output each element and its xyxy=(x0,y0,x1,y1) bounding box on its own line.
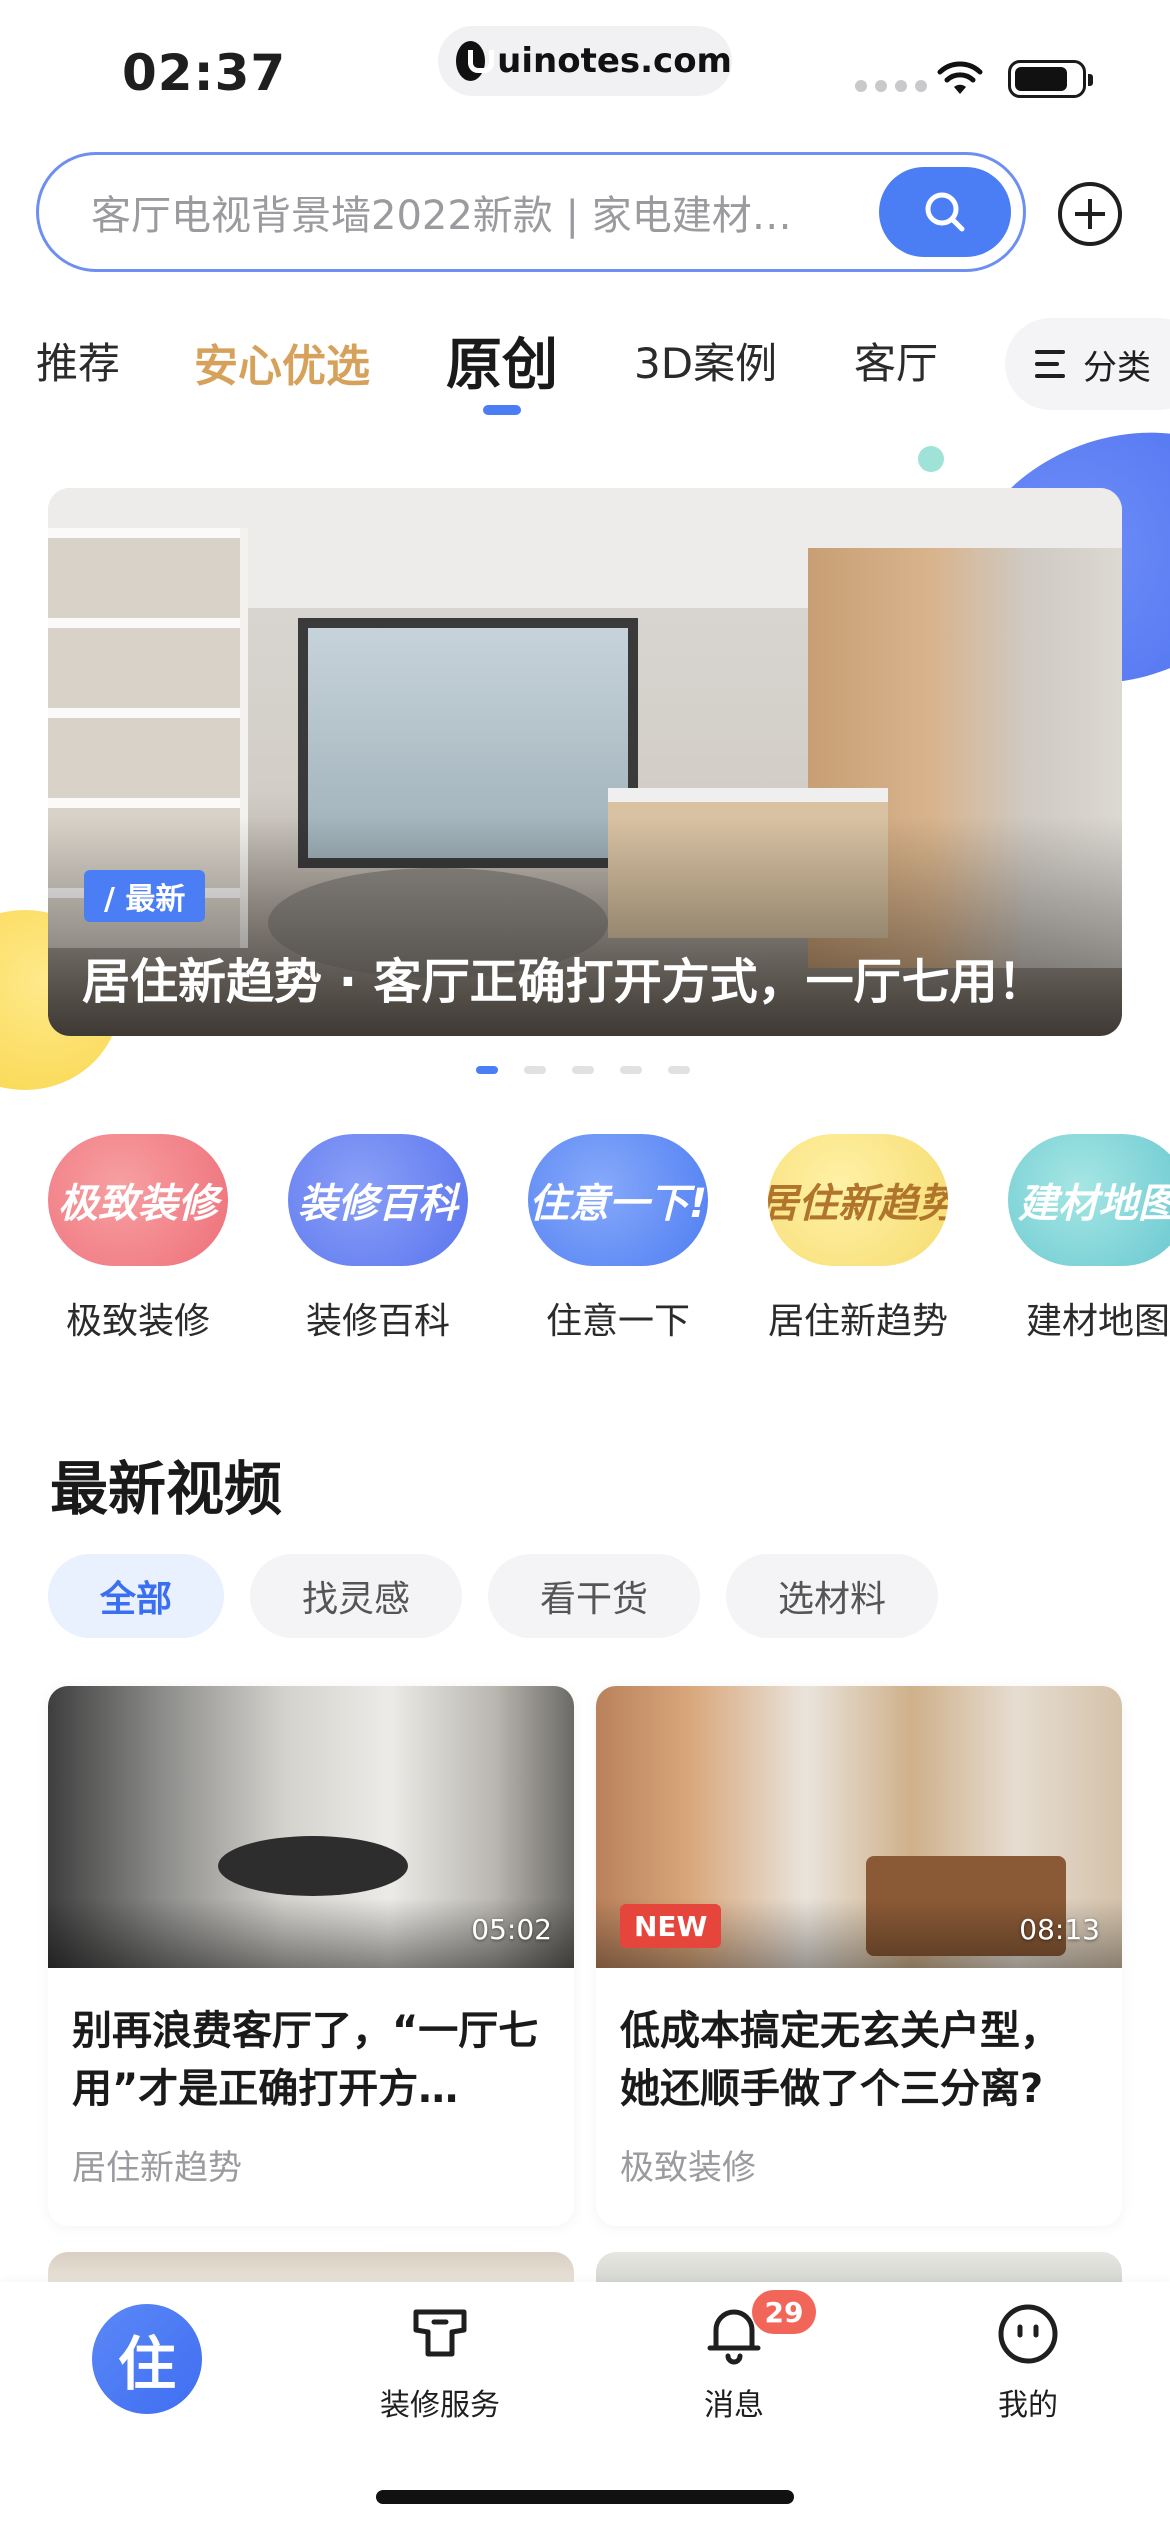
nav-me[interactable]: 我的 xyxy=(928,2302,1128,2424)
shortcut-icon: 建材地图 xyxy=(1008,1134,1170,1266)
video-card[interactable]: NEW 08:13 低成本搞定无玄关户型，她还顺手做了个三分离? 极致装修 xyxy=(596,1686,1122,2226)
hero-banner[interactable]: / 最新 居住新趋势 · 客厅正确打开方式，一厅七用！ xyxy=(48,488,1122,1036)
nav-label: 消息 xyxy=(704,2388,764,2423)
search-icon xyxy=(925,192,965,232)
shortcut-icon: 居住新趋势 xyxy=(768,1134,948,1266)
video-title: 别再浪费客厅了，“一厅七用”才是正确打开方… xyxy=(72,2008,539,2112)
carousel-dot[interactable] xyxy=(668,1066,690,1074)
shortcut-label: 居住新趋势 xyxy=(767,1301,948,1342)
shortcut-label: 住意一下 xyxy=(545,1301,690,1342)
category-button[interactable]: 分类 xyxy=(1005,318,1170,410)
url-text: uinotes.com xyxy=(497,41,732,81)
tab-recommend[interactable]: 推荐 xyxy=(36,330,120,391)
search-bar[interactable]: 客厅电视背景墙2022新款 | 家电建材… xyxy=(36,152,1026,272)
filter-materials[interactable]: 选材料 xyxy=(726,1554,939,1638)
carousel-dot[interactable] xyxy=(620,1066,642,1074)
decorative-dot xyxy=(918,446,944,472)
nav-label: 装修服务 xyxy=(380,2388,500,2423)
tab-3d-cases[interactable]: 3D案例 xyxy=(634,330,777,391)
carousel-dots xyxy=(476,1066,690,1074)
shortcut-label: 装修百科 xyxy=(305,1301,450,1342)
uinotes-logo-icon xyxy=(456,41,495,81)
url-pill: uinotes.com xyxy=(438,26,732,96)
message-count-badge: 29 xyxy=(752,2290,816,2334)
status-bar: 02:37 uinotes.com xyxy=(0,0,1170,140)
wifi-icon xyxy=(937,61,983,94)
home-indicator xyxy=(376,2490,794,2504)
video-duration: 08:13 xyxy=(1019,1913,1100,1946)
shortcut-material-map[interactable]: 建材地图 建材地图 xyxy=(998,1134,1170,1344)
filter-all[interactable]: 全部 xyxy=(48,1554,225,1638)
battery-icon xyxy=(1008,60,1093,98)
active-tab-indicator xyxy=(483,405,521,415)
nav-renovation-service[interactable]: 装修服务 xyxy=(340,2302,540,2424)
carousel-dot[interactable] xyxy=(524,1066,546,1074)
video-source: 居住新趋势 xyxy=(72,2148,242,2188)
shortcut-extreme-renovation[interactable]: 极致装修 极致装修 xyxy=(38,1134,238,1344)
carousel-dot[interactable] xyxy=(476,1066,498,1074)
video-duration: 05:02 xyxy=(471,1913,552,1946)
profile-icon xyxy=(998,2304,1058,2364)
shortcut-take-a-look[interactable]: 住意一下! 住意一下 xyxy=(518,1134,718,1344)
video-thumbnail: NEW 08:13 xyxy=(596,1686,1122,1968)
shortcut-label: 建材地图 xyxy=(1025,1301,1170,1342)
tab-original[interactable]: 原创 xyxy=(446,320,558,401)
filter-practical-tips[interactable]: 看干货 xyxy=(488,1554,701,1638)
nav-label: 我的 xyxy=(998,2388,1058,2423)
shortcut-label: 极致装修 xyxy=(65,1301,210,1342)
tab-selected-picks[interactable]: 安心优选 xyxy=(194,330,370,394)
carousel-dot[interactable] xyxy=(572,1066,594,1074)
video-filters: 全部 找灵感 看干货 选材料 xyxy=(48,1554,939,1638)
search-button[interactable] xyxy=(879,167,1011,257)
service-icon xyxy=(413,2309,467,2357)
cellular-signal-icon xyxy=(855,80,927,92)
banner-title: 居住新趋势 · 客厅正确打开方式，一厅七用！ xyxy=(82,954,1046,1010)
shortcut-living-trends[interactable]: 居住新趋势 居住新趋势 xyxy=(758,1134,958,1344)
new-badge: NEW xyxy=(620,1904,722,1948)
video-source: 极致装修 xyxy=(620,2148,756,2188)
video-card[interactable]: 05:02 别再浪费客厅了，“一厅七用”才是正确打开方… 居住新趋势 xyxy=(48,1686,574,2226)
video-title: 低成本搞定无玄关户型，她还顺手做了个三分离? xyxy=(620,2008,1060,2112)
search-placeholder[interactable]: 客厅电视背景墙2022新款 | 家电建材… xyxy=(91,183,821,241)
shortcut-renovation-wiki[interactable]: 装修百科 装修百科 xyxy=(278,1134,478,1344)
status-time: 02:37 xyxy=(122,44,287,102)
video-thumbnail: 05:02 xyxy=(48,1686,574,1968)
menu-icon xyxy=(1035,350,1065,378)
app-screen: 02:37 uinotes.com 客厅电视背景墙2022新款 | 家电建材… … xyxy=(0,0,1170,2532)
category-tabs: 推荐 安心优选 原创 3D案例 客厅 xyxy=(0,320,1170,440)
shortcut-icon: 装修百科 xyxy=(288,1134,468,1266)
shortcut-icon: 住意一下! xyxy=(528,1134,708,1266)
category-label: 分类 xyxy=(1083,347,1151,388)
home-tab[interactable]: 住 xyxy=(92,2304,202,2414)
shortcut-icon: 极致装修 xyxy=(48,1134,228,1266)
section-title: 最新视频 xyxy=(50,1455,283,1523)
banner-tag: / 最新 xyxy=(84,870,206,922)
add-icon[interactable] xyxy=(1058,182,1122,246)
filter-inspiration[interactable]: 找灵感 xyxy=(250,1554,463,1638)
shortcut-row: 极致装修 极致装修 装修百科 装修百科 住意一下! 住意一下 居住新趋势 居住新… xyxy=(0,1134,1170,1354)
tab-living-room[interactable]: 客厅 xyxy=(854,330,938,391)
